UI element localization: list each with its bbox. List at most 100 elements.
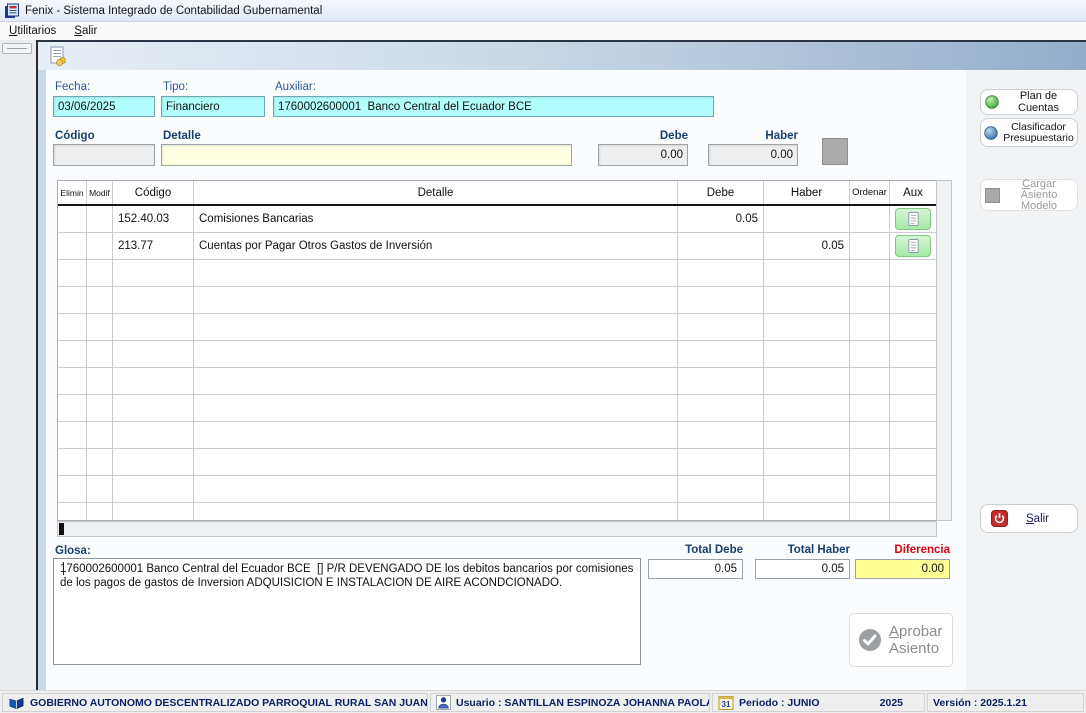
empty-cell bbox=[58, 395, 87, 421]
status-periodo-year: 2025 bbox=[880, 697, 919, 709]
fecha-label: Fecha: bbox=[55, 81, 90, 93]
right-panel bbox=[966, 70, 1086, 690]
auxiliar-input[interactable] bbox=[273, 96, 714, 117]
empty-cell bbox=[194, 368, 678, 394]
fecha-input[interactable] bbox=[53, 96, 155, 117]
toolbar bbox=[38, 40, 1086, 70]
status-periodo: 31 Periodo : JUNIO 2025 bbox=[712, 693, 925, 712]
menu-salir[interactable]: Salir bbox=[65, 24, 106, 38]
cell-elimin[interactable] bbox=[58, 233, 87, 259]
empty-cell bbox=[764, 314, 850, 340]
aux-button[interactable] bbox=[895, 208, 931, 230]
empty-cell bbox=[678, 395, 764, 421]
cell-codigo: 213.77 bbox=[113, 233, 194, 259]
app-icon bbox=[4, 3, 20, 19]
cell-detalle: Cuentas por Pagar Otros Gastos de Invers… bbox=[194, 233, 678, 259]
cell-ordenar[interactable] bbox=[850, 233, 890, 259]
cell-modif[interactable] bbox=[87, 206, 113, 232]
empty-cell bbox=[890, 314, 936, 340]
splitter-handle[interactable] bbox=[2, 43, 32, 54]
empty-cell bbox=[678, 476, 764, 502]
empty-cell bbox=[194, 314, 678, 340]
empty-cell bbox=[58, 287, 87, 313]
table-empty-row bbox=[58, 395, 936, 422]
table-empty-row bbox=[58, 260, 936, 287]
empty-cell bbox=[113, 260, 194, 286]
add-line-button[interactable] bbox=[822, 138, 848, 165]
header-detalle: Detalle bbox=[194, 181, 678, 204]
empty-cell bbox=[678, 260, 764, 286]
codigo-input[interactable] bbox=[53, 144, 155, 166]
scrollbar-thumb[interactable] bbox=[59, 523, 64, 535]
glosa-textarea[interactable]: 1760002600001 Banco Central del Ecuador … bbox=[53, 558, 641, 665]
detalle-label: Detalle bbox=[163, 130, 201, 142]
new-entry-button[interactable] bbox=[46, 44, 70, 68]
empty-cell bbox=[87, 314, 113, 340]
empty-cell bbox=[850, 260, 890, 286]
table-empty-row bbox=[58, 287, 936, 314]
empty-cell bbox=[890, 368, 936, 394]
clasificador-presupuestario-button[interactable]: Clasificador Presupuestario bbox=[980, 118, 1078, 147]
calendar-day: 31 bbox=[722, 700, 731, 709]
salir-button[interactable]: Salir bbox=[980, 504, 1078, 533]
cell-haber bbox=[764, 206, 850, 232]
book-icon bbox=[8, 695, 25, 710]
aux-button[interactable] bbox=[895, 235, 931, 257]
empty-cell bbox=[194, 449, 678, 475]
cargar-asiento-modelo-button[interactable]: Cargar Asiento Modelo bbox=[980, 179, 1078, 211]
empty-cell bbox=[850, 395, 890, 421]
header-ordenar: Ordenar bbox=[850, 181, 890, 204]
cell-codigo: 152.40.03 bbox=[113, 206, 194, 232]
empty-cell bbox=[194, 503, 678, 521]
auxiliar-label: Auxiliar: bbox=[275, 81, 316, 93]
empty-cell bbox=[87, 368, 113, 394]
empty-cell bbox=[890, 395, 936, 421]
debe-input[interactable] bbox=[598, 144, 688, 166]
empty-cell bbox=[58, 314, 87, 340]
empty-cell bbox=[87, 422, 113, 448]
total-debe-value: 0.05 bbox=[648, 559, 743, 579]
table-empty-rows bbox=[58, 260, 936, 521]
aprobar-asiento-button[interactable]: Aprobar Asiento bbox=[849, 613, 953, 667]
cell-elimin[interactable] bbox=[58, 206, 87, 232]
empty-cell bbox=[113, 503, 194, 521]
status-bar: GOBIERNO AUTONOMO DESCENTRALIZADO PARROQ… bbox=[0, 690, 1086, 713]
haber-input[interactable] bbox=[708, 144, 798, 166]
plan-de-cuentas-button[interactable]: Plan de Cuentas bbox=[980, 89, 1078, 115]
empty-cell bbox=[678, 287, 764, 313]
empty-cell bbox=[194, 260, 678, 286]
menu-utilitarios[interactable]: Utilitarios bbox=[0, 24, 65, 38]
detalle-input[interactable] bbox=[161, 144, 572, 166]
diferencia-label: Diferencia bbox=[855, 544, 950, 556]
empty-cell bbox=[850, 314, 890, 340]
calendar-icon: 31 bbox=[718, 695, 734, 711]
document-icon bbox=[907, 238, 920, 254]
cell-ordenar[interactable] bbox=[850, 206, 890, 232]
horizontal-scrollbar[interactable] bbox=[57, 521, 937, 537]
empty-cell bbox=[764, 395, 850, 421]
window-title: Fenix - Sistema Integrado de Contabilida… bbox=[25, 5, 322, 17]
empty-cell bbox=[764, 260, 850, 286]
tipo-input[interactable] bbox=[161, 96, 265, 117]
empty-cell bbox=[678, 314, 764, 340]
clasificador-line2: Presupuestario bbox=[1003, 132, 1074, 144]
cell-haber: 0.05 bbox=[764, 233, 850, 259]
cell-modif[interactable] bbox=[87, 233, 113, 259]
empty-cell bbox=[194, 422, 678, 448]
cell-debe: 0.05 bbox=[678, 206, 764, 232]
empty-cell bbox=[890, 422, 936, 448]
cell-aux bbox=[890, 206, 936, 232]
table-row[interactable]: 152.40.03 Comisiones Bancarias 0.05 bbox=[58, 206, 936, 233]
table-empty-row bbox=[58, 422, 936, 449]
vertical-scrollbar[interactable] bbox=[936, 180, 952, 521]
header-haber: Haber bbox=[764, 181, 850, 204]
header-debe: Debe bbox=[678, 181, 764, 204]
status-periodo-text: Periodo : JUNIO bbox=[739, 697, 820, 709]
cell-aux bbox=[890, 233, 936, 259]
empty-cell bbox=[764, 368, 850, 394]
empty-cell bbox=[764, 476, 850, 502]
empty-cell bbox=[764, 503, 850, 521]
table-row[interactable]: 213.77 Cuentas por Pagar Otros Gastos de… bbox=[58, 233, 936, 260]
empty-cell bbox=[113, 476, 194, 502]
empty-cell bbox=[113, 422, 194, 448]
